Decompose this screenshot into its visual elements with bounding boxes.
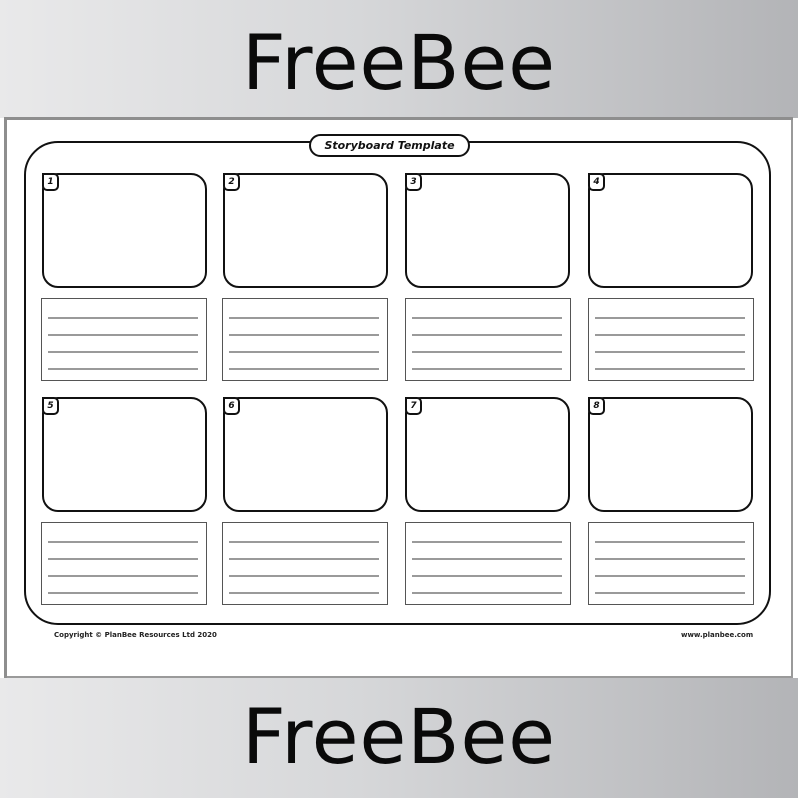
worksheet-title: Storyboard Template xyxy=(309,134,470,157)
caption-box-1[interactable] xyxy=(41,298,207,381)
story-panel-6[interactable]: 6 xyxy=(223,397,388,512)
story-panel-3[interactable]: 3 xyxy=(405,173,570,288)
story-panel-1[interactable]: 1 xyxy=(42,173,207,288)
panel-number: 4 xyxy=(588,173,605,191)
caption-box-5[interactable] xyxy=(41,522,207,605)
caption-box-2[interactable] xyxy=(222,298,388,381)
writing-line xyxy=(595,317,745,319)
brand-title-bottom: FreeBee xyxy=(242,692,556,781)
caption-box-3[interactable] xyxy=(405,298,571,381)
writing-line xyxy=(229,541,379,543)
writing-line xyxy=(229,334,379,336)
brand-title-top: FreeBee xyxy=(242,18,556,107)
writing-line xyxy=(229,317,379,319)
panel-number: 2 xyxy=(223,173,240,191)
panel-number: 1 xyxy=(42,173,59,191)
writing-line xyxy=(412,368,562,370)
story-panel-4[interactable]: 4 xyxy=(588,173,753,288)
writing-line xyxy=(229,351,379,353)
panel-number: 8 xyxy=(588,397,605,415)
writing-line xyxy=(595,334,745,336)
story-panel-7[interactable]: 7 xyxy=(405,397,570,512)
writing-line xyxy=(48,558,198,560)
writing-line xyxy=(412,334,562,336)
story-panel-5[interactable]: 5 xyxy=(42,397,207,512)
writing-line xyxy=(595,351,745,353)
writing-line xyxy=(595,368,745,370)
writing-line xyxy=(412,592,562,594)
panel-number: 3 xyxy=(405,173,422,191)
writing-line xyxy=(595,541,745,543)
writing-line xyxy=(48,575,198,577)
story-panel-8[interactable]: 8 xyxy=(588,397,753,512)
writing-line xyxy=(412,575,562,577)
writing-line xyxy=(595,558,745,560)
writing-line xyxy=(595,592,745,594)
writing-line xyxy=(48,541,198,543)
copyright-text: Copyright © PlanBee Resources Ltd 2020 xyxy=(54,631,217,639)
panel-number: 5 xyxy=(42,397,59,415)
writing-line xyxy=(229,592,379,594)
caption-box-7[interactable] xyxy=(405,522,571,605)
writing-line xyxy=(595,575,745,577)
writing-line xyxy=(412,558,562,560)
writing-line xyxy=(229,368,379,370)
bottom-banner: FreeBee xyxy=(0,678,798,798)
writing-line xyxy=(48,368,198,370)
writing-line xyxy=(412,541,562,543)
writing-line xyxy=(48,317,198,319)
writing-line xyxy=(412,317,562,319)
caption-box-8[interactable] xyxy=(588,522,754,605)
writing-line xyxy=(229,558,379,560)
writing-line xyxy=(48,334,198,336)
caption-box-4[interactable] xyxy=(588,298,754,381)
writing-line xyxy=(48,592,198,594)
panel-number: 7 xyxy=(405,397,422,415)
writing-line xyxy=(412,351,562,353)
story-panel-2[interactable]: 2 xyxy=(223,173,388,288)
top-banner: FreeBee xyxy=(0,0,798,118)
panel-number: 6 xyxy=(223,397,240,415)
website-link[interactable]: www.planbee.com xyxy=(681,631,753,639)
writing-line xyxy=(229,575,379,577)
caption-box-6[interactable] xyxy=(222,522,388,605)
writing-line xyxy=(48,351,198,353)
